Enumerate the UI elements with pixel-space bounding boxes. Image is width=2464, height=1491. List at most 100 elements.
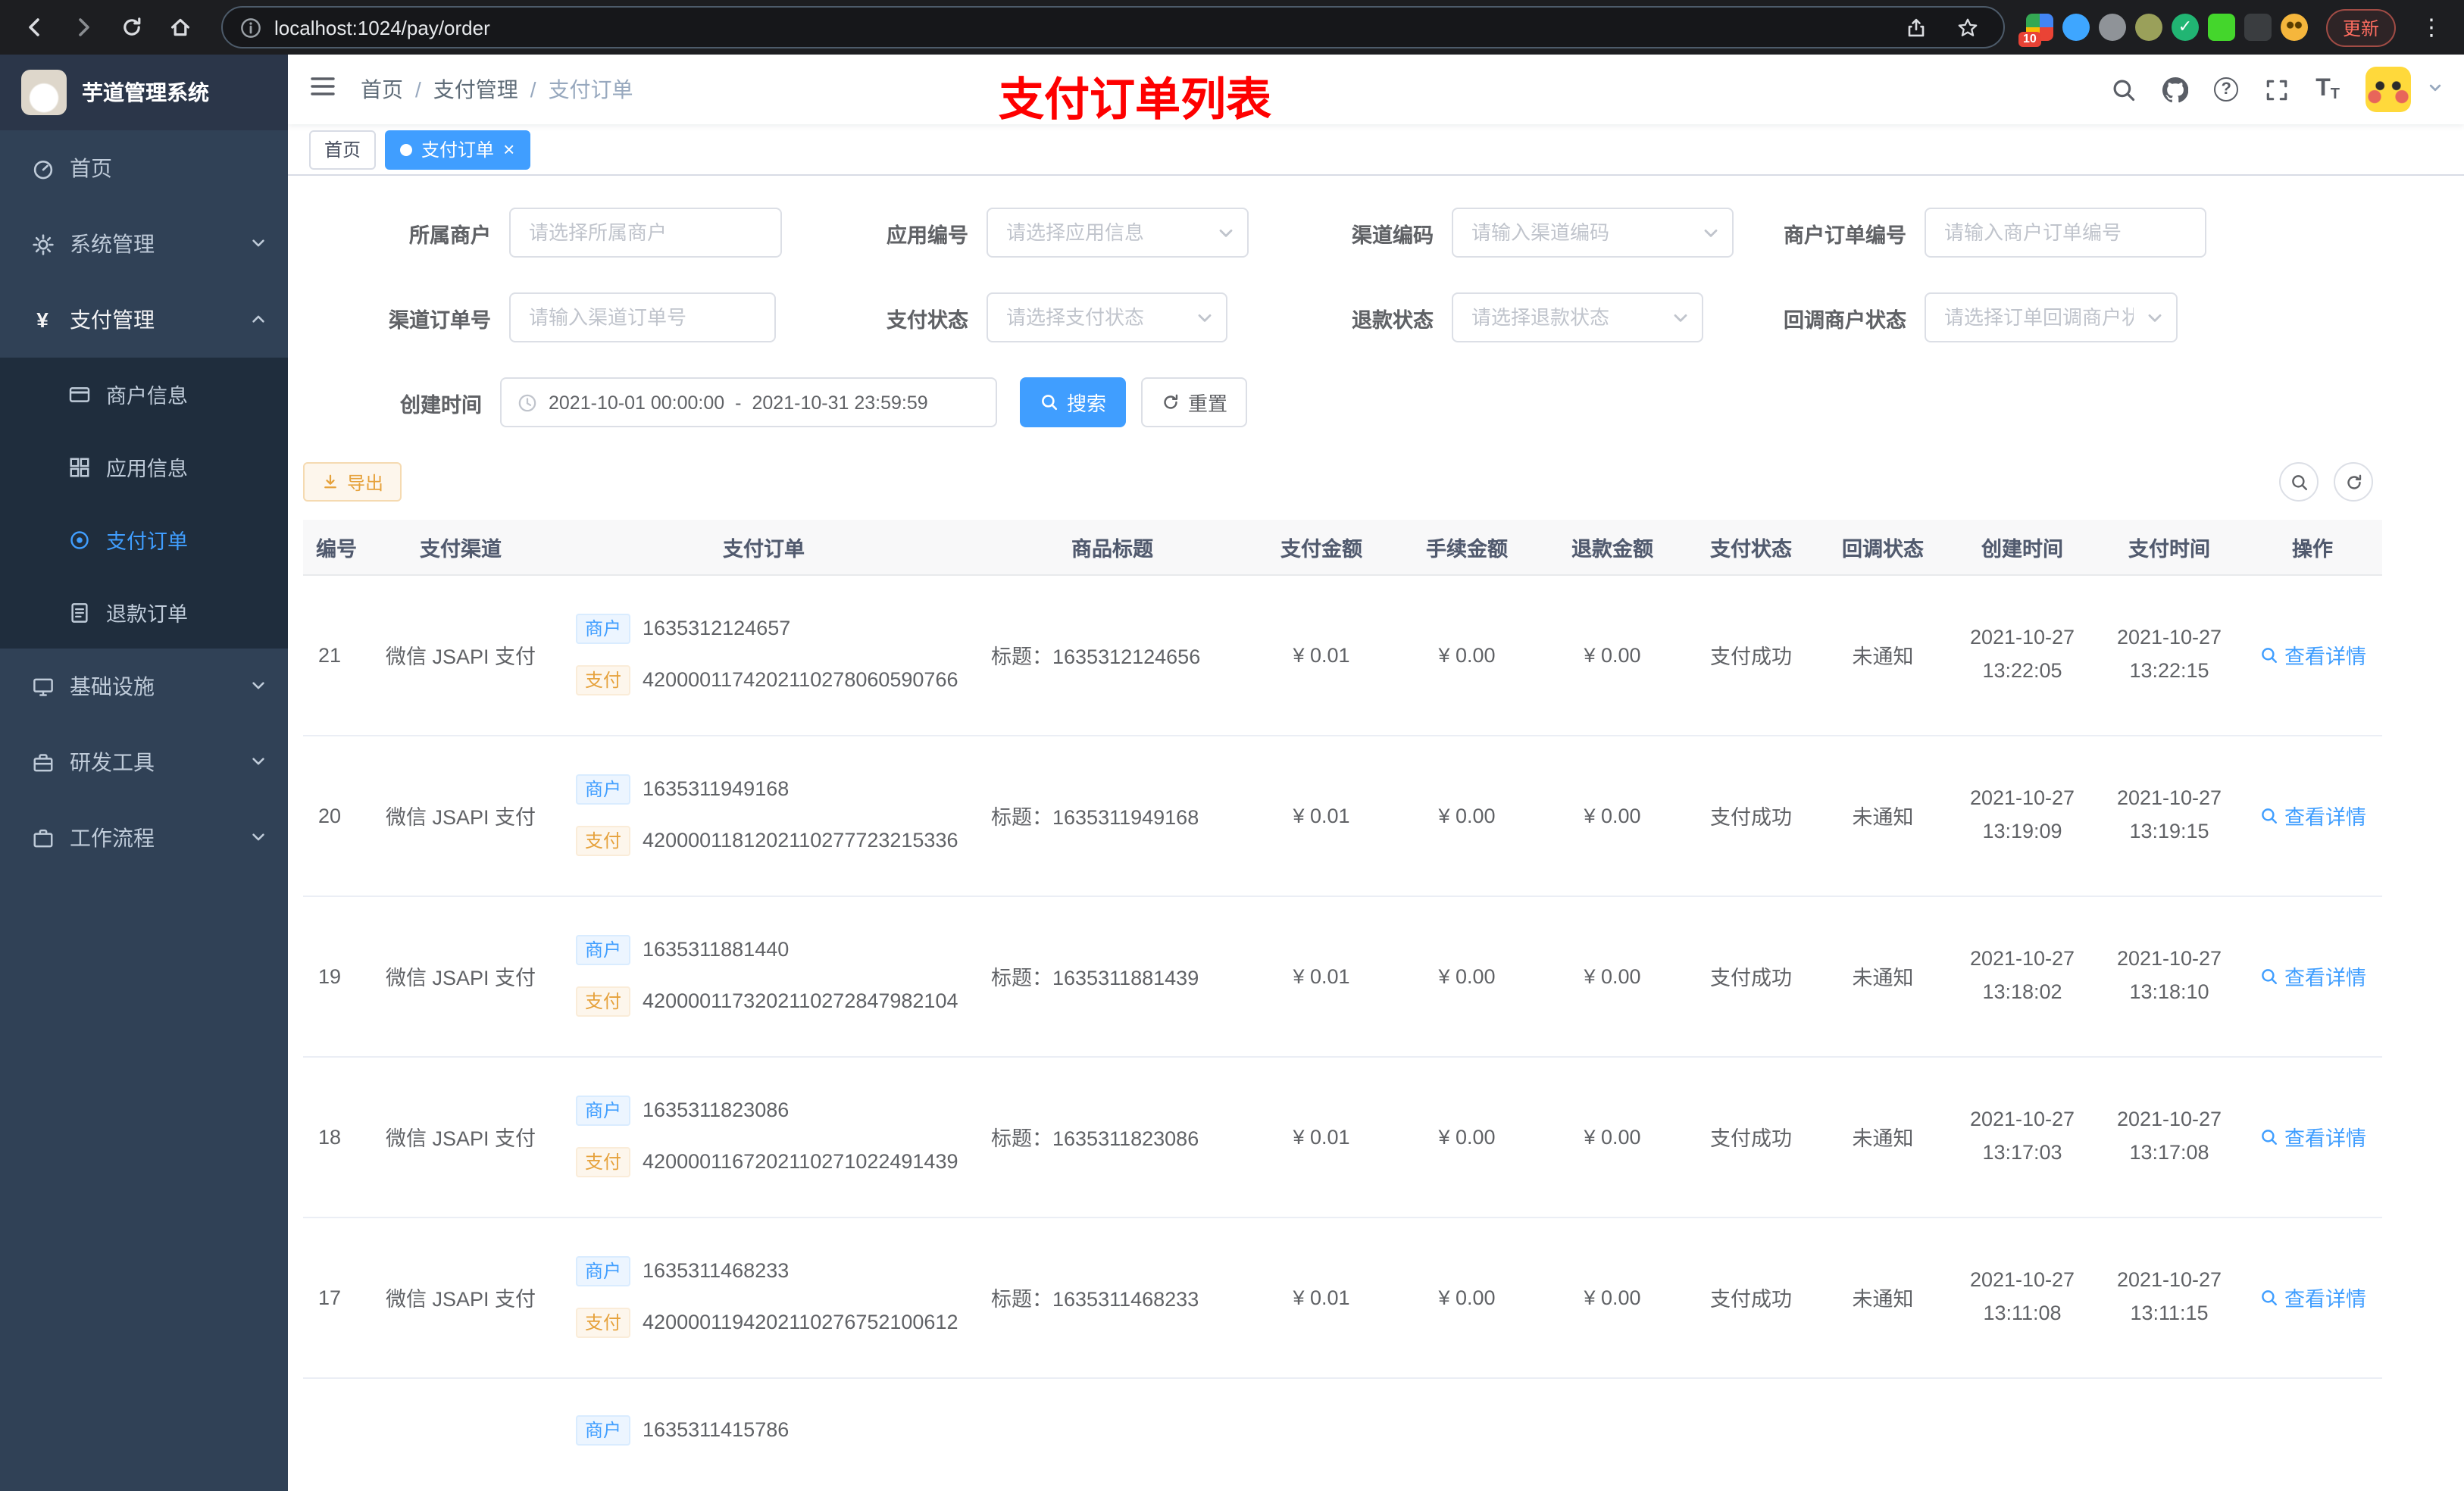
share-icon[interactable] bbox=[1897, 8, 1937, 47]
channel-order-no-input[interactable] bbox=[509, 292, 776, 342]
target-icon bbox=[67, 528, 91, 551]
reset-button[interactable]: 重置 bbox=[1141, 377, 1247, 427]
view-detail-link[interactable]: 查看详情 bbox=[2259, 639, 2366, 670]
hamburger-icon[interactable] bbox=[309, 72, 336, 107]
fullscreen-icon[interactable] bbox=[2264, 77, 2290, 102]
sidebar-item-home[interactable]: 首页 bbox=[0, 130, 288, 206]
breadcrumb-home[interactable]: 首页 bbox=[361, 74, 403, 105]
toolbox-icon bbox=[30, 751, 55, 774]
merchant-tag: 商户 bbox=[576, 1414, 631, 1445]
owner-merchant-input[interactable] bbox=[509, 208, 782, 258]
back-icon[interactable] bbox=[15, 8, 55, 47]
logo-title: 芋道管理系统 bbox=[82, 80, 209, 105]
sidebar-item-label: 应用信息 bbox=[106, 458, 188, 480]
extension-dark-icon[interactable] bbox=[2244, 14, 2272, 41]
breadcrumb-section[interactable]: 支付管理 bbox=[433, 74, 518, 105]
breadcrumb-current: 支付订单 bbox=[548, 77, 633, 102]
table-row: 18 微信 JSAPI 支付 商户 1635311823086 支付 4200001… bbox=[303, 1056, 2382, 1217]
page-content: 所属商户 应用编号 渠道编码 bbox=[288, 176, 2464, 1491]
sidebar-item-label: 首页 bbox=[70, 156, 112, 180]
sidebar-item-infrastructure[interactable]: 基础设施 bbox=[0, 649, 288, 724]
table-row: 21 微信 JSAPI 支付 商户 1635312124657 支付 4200001… bbox=[303, 574, 2382, 736]
pay-tag: 支付 bbox=[576, 986, 631, 1017]
sidebar-item-label: 退款订单 bbox=[106, 603, 188, 626]
breadcrumb: 首页 / 支付管理 / 支付订单 bbox=[361, 74, 633, 105]
site-info-icon[interactable] bbox=[238, 15, 262, 39]
col-create-time: 创建时间 bbox=[1949, 520, 2096, 575]
sidebar: 芋道管理系统 首页 系统管理 ¥ 支付管理 商户信息 应用信息 支付订单 退款订… bbox=[0, 55, 288, 1491]
top-navbar: 首页 / 支付管理 / 支付订单 支付订单列表 ? T T bbox=[288, 55, 2464, 126]
extension-green-check-icon[interactable]: ✓ bbox=[2171, 14, 2199, 41]
create-time-range-picker[interactable]: 2021-10-01 00:00:00 - 2021-10-31 23:59:5… bbox=[500, 377, 997, 427]
extension-colorful-icon[interactable]: 10 bbox=[2018, 14, 2053, 47]
search-icon[interactable] bbox=[2111, 77, 2137, 102]
extension-badge: 10 bbox=[2018, 32, 2041, 47]
merchant-tag: 商户 bbox=[576, 774, 631, 805]
table-row-partial: 商户 1635311415786 bbox=[303, 1377, 2382, 1491]
extension-face-icon[interactable] bbox=[2280, 14, 2308, 41]
view-detail-link[interactable]: 查看详情 bbox=[2259, 961, 2366, 991]
merchant-order-no-input[interactable] bbox=[1925, 208, 2206, 258]
refund-status-label: 退款状态 bbox=[1352, 308, 1434, 331]
sidebar-item-label: 支付管理 bbox=[70, 308, 155, 332]
sidebar-item-refund-order[interactable]: 退款订单 bbox=[0, 576, 288, 649]
chevron-up-icon bbox=[250, 308, 267, 332]
url-text[interactable]: localhost:1024/pay/order bbox=[274, 16, 490, 39]
briefcase-icon bbox=[30, 827, 55, 849]
tab-close-icon[interactable]: × bbox=[503, 139, 514, 159]
avatar-caret-icon[interactable] bbox=[2428, 76, 2443, 103]
logo: 芋道管理系统 bbox=[0, 55, 288, 130]
reload-icon[interactable] bbox=[112, 8, 152, 47]
browser-menu-icon[interactable]: ⋮ bbox=[2414, 14, 2449, 41]
col-id: 编号 bbox=[303, 520, 370, 575]
sidebar-item-pay-order[interactable]: 支付订单 bbox=[0, 503, 288, 576]
tab-pay-order[interactable]: 支付订单 × bbox=[385, 130, 530, 169]
sidebar-item-dev-tools[interactable]: 研发工具 bbox=[0, 724, 288, 800]
sidebar-item-label: 工作流程 bbox=[70, 826, 155, 850]
forward-icon[interactable] bbox=[64, 8, 103, 47]
yen-icon: ¥ bbox=[36, 308, 48, 332]
browser-update-button[interactable]: 更新 bbox=[2325, 8, 2396, 46]
help-icon[interactable]: ? bbox=[2214, 77, 2239, 102]
sidebar-item-pay[interactable]: ¥ 支付管理 bbox=[0, 282, 288, 358]
extension-olive-icon[interactable] bbox=[2134, 14, 2162, 41]
channel-code-select[interactable] bbox=[1452, 208, 1734, 258]
chevron-down-icon bbox=[250, 750, 267, 774]
user-avatar[interactable] bbox=[2366, 67, 2411, 112]
merchant-tag: 商户 bbox=[576, 1096, 631, 1126]
refresh-button[interactable] bbox=[2334, 462, 2373, 502]
sidebar-item-app-info[interactable]: 应用信息 bbox=[0, 430, 288, 503]
extension-grey-icon[interactable] bbox=[2098, 14, 2126, 41]
tab-active-dot bbox=[400, 143, 413, 155]
sidebar-item-system[interactable]: 系统管理 bbox=[0, 206, 288, 282]
font-size-icon[interactable]: TT bbox=[2315, 76, 2340, 103]
col-notify-status: 回调状态 bbox=[1817, 520, 1949, 575]
merchant-tag: 商户 bbox=[576, 1256, 631, 1286]
address-bar[interactable]: localhost:1024/pay/order bbox=[221, 6, 2005, 48]
home-icon[interactable] bbox=[161, 8, 200, 47]
github-icon[interactable] bbox=[2162, 77, 2189, 102]
merchant-tag: 商户 bbox=[576, 935, 631, 965]
refund-status-select[interactable] bbox=[1452, 292, 1703, 342]
export-button[interactable]: 导出 bbox=[303, 462, 402, 502]
col-actions: 操作 bbox=[2243, 520, 2382, 575]
toggle-search-button[interactable] bbox=[2279, 462, 2319, 502]
pay-status-select[interactable] bbox=[987, 292, 1227, 342]
bookmark-star-icon[interactable] bbox=[1949, 8, 1988, 47]
sidebar-item-merchant-info[interactable]: 商户信息 bbox=[0, 358, 288, 430]
app-no-select[interactable] bbox=[987, 208, 1249, 258]
view-detail-link[interactable]: 查看详情 bbox=[2259, 800, 2366, 830]
notify-status-select[interactable] bbox=[1925, 292, 2178, 342]
sidebar-item-workflow[interactable]: 工作流程 bbox=[0, 800, 288, 876]
view-detail-link[interactable]: 查看详情 bbox=[2259, 1282, 2366, 1312]
tab-home[interactable]: 首页 bbox=[309, 130, 377, 169]
extension-green-chat-icon[interactable] bbox=[2207, 14, 2235, 41]
dashboard-icon bbox=[30, 157, 55, 180]
chevron-down-icon bbox=[250, 826, 267, 850]
search-button[interactable]: 搜索 bbox=[1020, 377, 1126, 427]
pay-order-table: 编号 支付渠道 支付订单 商品标题 支付金额 手续金额 退款金额 支付状态 回调… bbox=[303, 520, 2382, 1491]
view-detail-link[interactable]: 查看详情 bbox=[2259, 1121, 2366, 1152]
extension-blue-icon[interactable] bbox=[2062, 14, 2090, 41]
table-row: 20 微信 JSAPI 支付 商户 1635311949168 支付 4200001… bbox=[303, 735, 2382, 896]
col-pay-time: 支付时间 bbox=[2096, 520, 2243, 575]
